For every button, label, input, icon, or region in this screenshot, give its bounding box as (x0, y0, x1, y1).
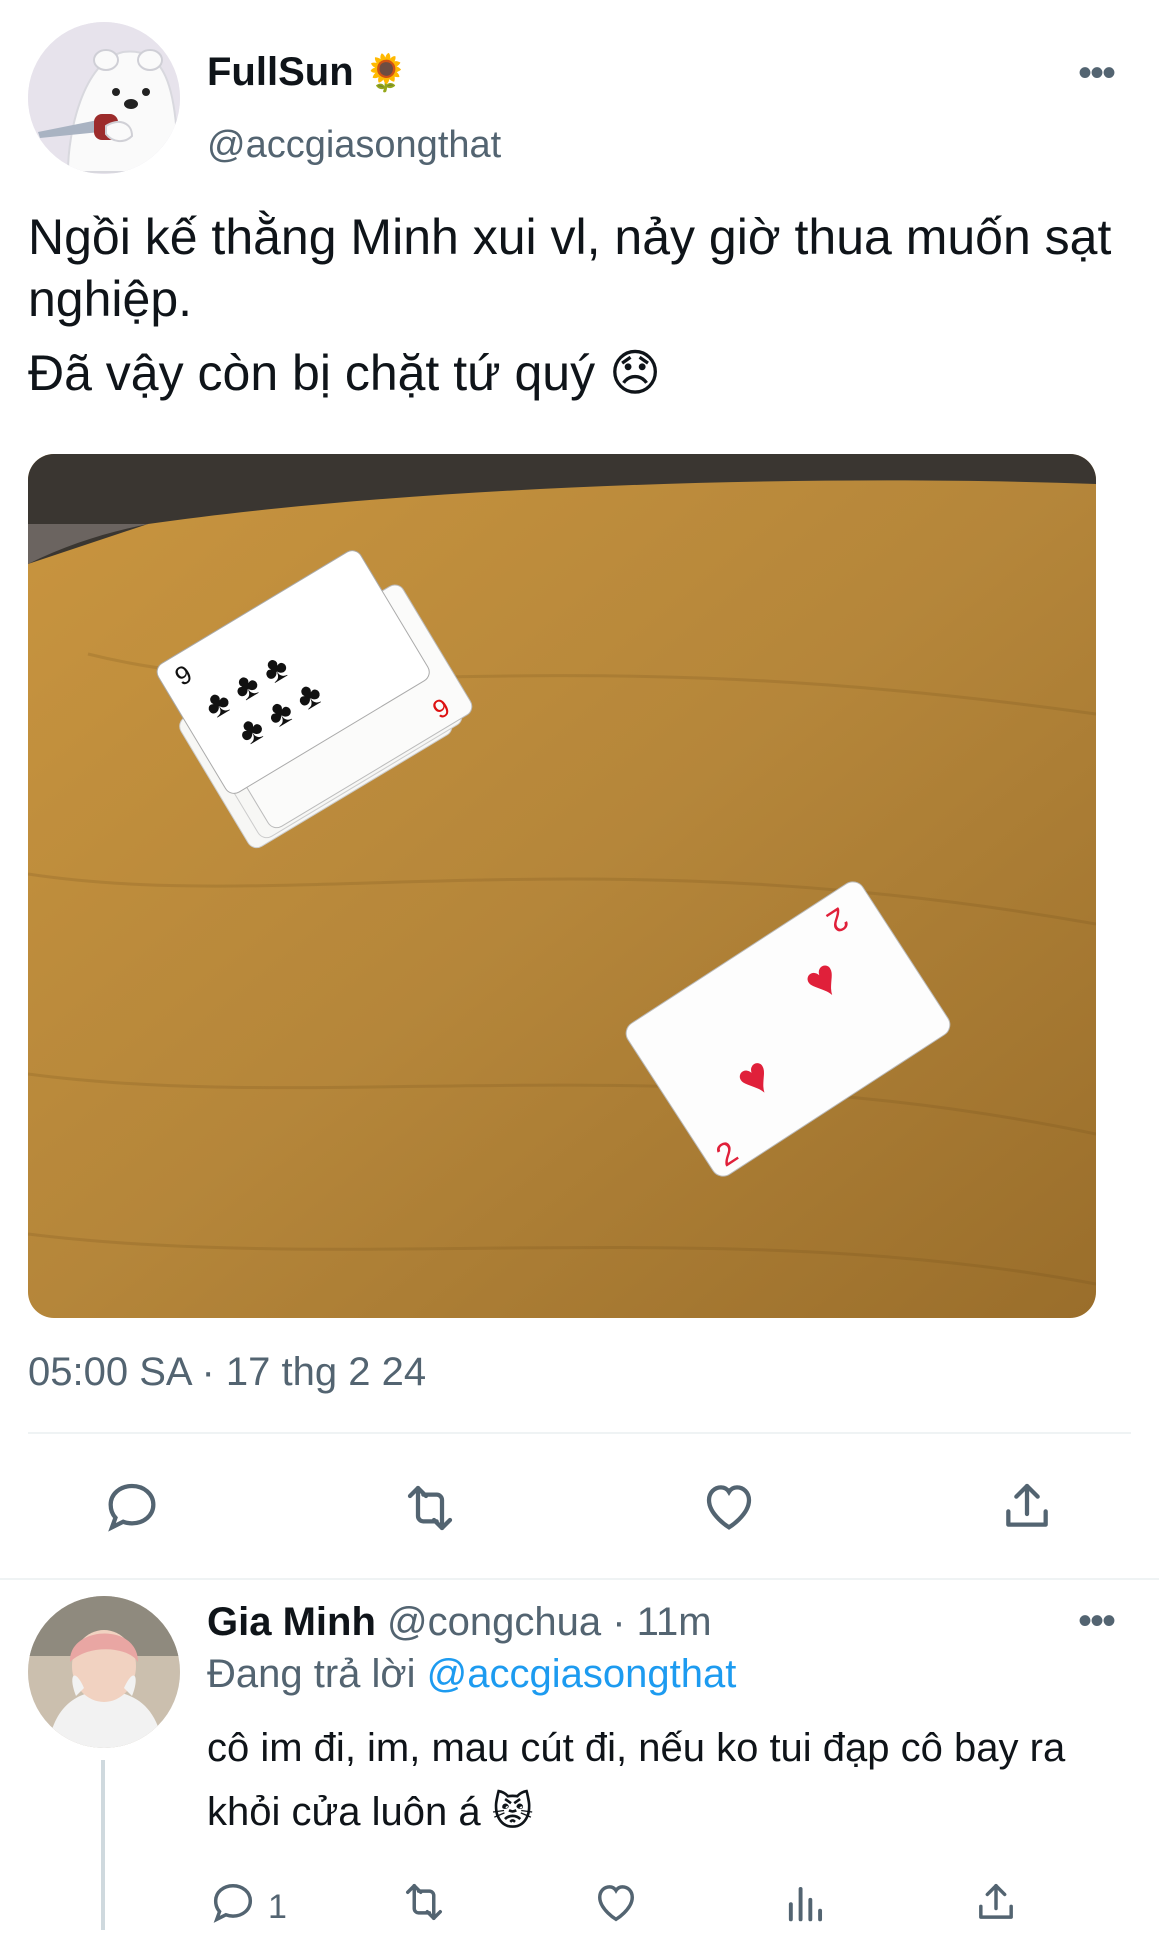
playing-cards-photo: 9 ♠ ♠ 9 ♣ ♣ ♣ ♣ ♣ ♣ 2 2 ♥ ♥ (28, 454, 1096, 1318)
share-icon[interactable] (970, 1876, 1022, 1928)
tweet-photo[interactable]: 9 ♠ ♠ 9 ♣ ♣ ♣ ♣ ♣ ♣ 2 2 ♥ ♥ (28, 454, 1096, 1318)
tweet-text-line: Ngồi kế thằng Minh xui vl, nảy giờ thua … (28, 209, 1112, 327)
reply-text: cô im đi, im, mau cút đi, nếu ko tui đạp… (207, 1726, 1066, 1834)
tweet-text-line: Đã vậy còn bị chặt tứ quý 😞 (28, 345, 662, 401)
divider (28, 1432, 1131, 1434)
more-options-icon[interactable]: ••• (1078, 1601, 1116, 1641)
divider (0, 1578, 1159, 1580)
avatar[interactable] (28, 22, 180, 174)
more-options-icon[interactable]: ••• (1078, 53, 1116, 93)
reply-icon[interactable] (207, 1876, 259, 1928)
tweet-text: Ngồi kế thằng Minh xui vl, nảy giờ thua … (28, 206, 1118, 416)
reply-header[interactable]: Gia Minh @congchua · 11m (207, 1600, 712, 1645)
like-icon[interactable] (590, 1876, 642, 1928)
tweet-timestamp[interactable]: 05:00 SA · 17 thg 2 24 (28, 1350, 426, 1395)
display-name[interactable]: FullSun (207, 50, 354, 95)
reply-avatar-image (28, 1596, 180, 1748)
reply-count: 1 (268, 1888, 287, 1926)
replying-handle-link[interactable]: @accgiasongthat (427, 1652, 737, 1696)
sunflower-emoji: 🌻 (363, 51, 409, 93)
reply-time[interactable]: · 11m (612, 1600, 711, 1644)
author-name-row[interactable]: FullSun 🌻 (207, 50, 408, 95)
replying-prefix: Đang trả lời (207, 1652, 416, 1696)
views-icon[interactable] (780, 1876, 832, 1928)
share-icon[interactable] (995, 1474, 1059, 1538)
bear-avatar-image (28, 22, 180, 174)
reply-icon[interactable] (100, 1474, 164, 1538)
display-name[interactable]: Gia Minh (207, 1600, 376, 1644)
thread-line (101, 1760, 105, 1930)
like-icon[interactable] (697, 1474, 761, 1538)
handle[interactable]: @accgiasongthat (207, 124, 501, 167)
handle[interactable]: @congchua (387, 1600, 601, 1644)
retweet-icon[interactable] (398, 1476, 462, 1540)
replying-to: Đang trả lời @accgiasongthat (207, 1652, 736, 1697)
avatar[interactable] (28, 1596, 180, 1748)
retweet-icon[interactable] (398, 1876, 450, 1928)
